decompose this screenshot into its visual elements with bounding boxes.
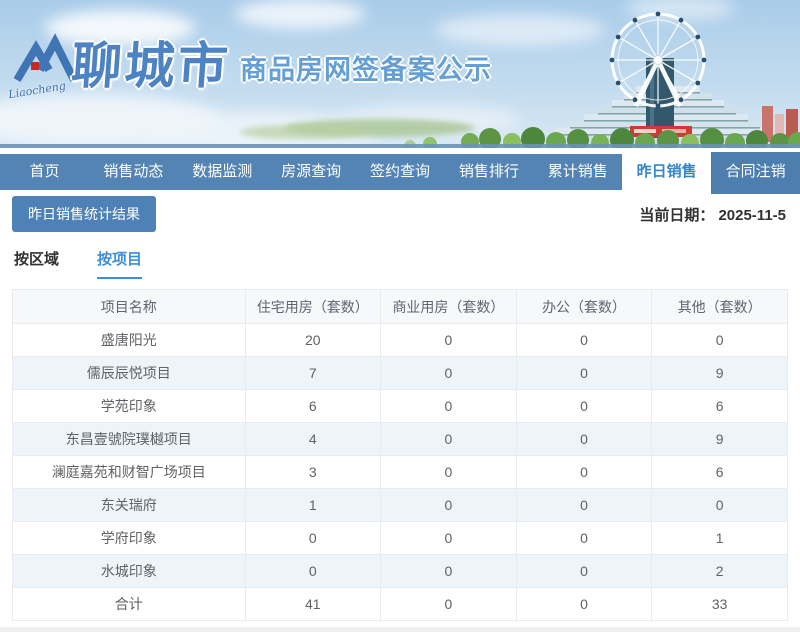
table-cell: 学苑印象 [13, 390, 246, 423]
table-cell: 0 [381, 423, 517, 456]
table-cell: 澜庭嘉苑和财智广场项目 [13, 456, 246, 489]
nav-item-home[interactable]: 首页 [0, 154, 89, 190]
table-header-cell: 商业用房（套数） [381, 290, 517, 324]
table-cell: 1 [652, 522, 788, 555]
table-cell: 水城印象 [13, 555, 246, 588]
nav-item-sales-trend[interactable]: 销售动态 [89, 154, 178, 190]
table-cell: 0 [516, 423, 652, 456]
tab-by-region[interactable]: 按区域 [14, 248, 59, 279]
table-cell: 合计 [13, 588, 246, 621]
table-cell: 0 [652, 324, 788, 357]
table-row: 水城印象0002 [13, 555, 788, 588]
table-cell: 0 [381, 555, 517, 588]
table-header-cell: 住宅用房（套数） [245, 290, 381, 324]
table-cell: 盛唐阳光 [13, 324, 246, 357]
table-cell: 0 [516, 324, 652, 357]
table-cell: 学府印象 [13, 522, 246, 555]
table-cell: 0 [516, 588, 652, 621]
table-cell: 6 [652, 456, 788, 489]
table-cell: 0 [245, 555, 381, 588]
table-cell: 0 [381, 390, 517, 423]
table-cell: 33 [652, 588, 788, 621]
nav-item-data-monitor[interactable]: 数据监测 [178, 154, 267, 190]
table-row: 学府印象0001 [13, 522, 788, 555]
table-header: 项目名称 住宅用房（套数） 商业用房（套数） 办公（套数） 其他（套数） [13, 290, 788, 324]
table-cell: 3 [245, 456, 381, 489]
table-row: 儒辰辰悦项目7009 [13, 357, 788, 390]
table-cell: 6 [245, 390, 381, 423]
banner: Liaocheng 聊城市 商品房网签备案公示 [0, 0, 800, 148]
main-navbar: 首页销售动态数据监测房源查询签约查询销售排行累计销售昨日销售合同注销 [0, 154, 800, 190]
table-cell: 0 [652, 489, 788, 522]
current-date-label: 当前日期： [639, 207, 714, 224]
table-header-cell: 办公（套数） [516, 290, 652, 324]
table-cell: 0 [381, 489, 517, 522]
table-cell: 东关瑞府 [13, 489, 246, 522]
table-cell: 0 [516, 390, 652, 423]
table-cell: 7 [245, 357, 381, 390]
nav-item-listing-query[interactable]: 房源查询 [267, 154, 356, 190]
nav-item-cumulative-sales[interactable]: 累计销售 [533, 154, 622, 190]
table-header-cell: 项目名称 [13, 290, 246, 324]
table-cell: 9 [652, 357, 788, 390]
table-row: 盛唐阳光20000 [13, 324, 788, 357]
table-cell: 0 [516, 555, 652, 588]
nav-item-signing-query[interactable]: 签约查询 [356, 154, 445, 190]
bottom-strip [0, 627, 800, 632]
nav-item-yesterday-sales[interactable]: 昨日销售 [622, 152, 711, 200]
nav-item-contract-cancel[interactable]: 合同注销 [711, 152, 800, 194]
site-title: 商品房网签备案公示 [240, 48, 492, 87]
table-cell: 9 [652, 423, 788, 456]
table-cell: 0 [381, 588, 517, 621]
table-row: 东昌壹號院璞樾项目4009 [13, 423, 788, 456]
table-cell: 0 [245, 522, 381, 555]
tab-by-project[interactable]: 按项目 [97, 248, 142, 279]
page: Liaocheng 聊城市 商品房网签备案公示 首页销售动态数据监测房源查询签约… [0, 0, 800, 632]
table-row: 东关瑞府1000 [13, 489, 788, 522]
table-header-cell: 其他（套数） [652, 290, 788, 324]
table-total-row: 合计410033 [13, 588, 788, 621]
table-cell: 20 [245, 324, 381, 357]
table-row: 学苑印象6006 [13, 390, 788, 423]
yesterday-stats-button[interactable]: 昨日销售统计结果 [12, 196, 156, 232]
table-cell: 0 [516, 357, 652, 390]
table-cell: 0 [516, 456, 652, 489]
table-cell: 41 [245, 588, 381, 621]
table-cell: 0 [381, 522, 517, 555]
table-row: 澜庭嘉苑和财智广场项目3006 [13, 456, 788, 489]
table-cell: 东昌壹號院璞樾项目 [13, 423, 246, 456]
view-tabs: 按区域 按项目 [14, 248, 800, 279]
table-cell: 6 [652, 390, 788, 423]
project-sales-table: 项目名称 住宅用房（套数） 商业用房（套数） 办公（套数） 其他（套数） 盛唐阳… [12, 289, 788, 621]
nav-item-sales-ranking[interactable]: 销售排行 [444, 154, 533, 190]
table-cell: 0 [516, 522, 652, 555]
table-cell: 2 [652, 555, 788, 588]
table-cell: 儒辰辰悦项目 [13, 357, 246, 390]
table-cell: 0 [381, 456, 517, 489]
city-name: 聊城市 [69, 26, 233, 98]
current-date-value: 2025-11-5 [718, 207, 786, 224]
table-body: 盛唐阳光20000儒辰辰悦项目7009学苑印象6006东昌壹號院璞樾项目4009… [13, 324, 788, 621]
table-cell: 1 [245, 489, 381, 522]
table-cell: 0 [381, 324, 517, 357]
table-cell: 4 [245, 423, 381, 456]
table-cell: 0 [516, 489, 652, 522]
current-date: 当前日期：2025-11-5 [639, 204, 786, 225]
table-cell: 0 [381, 357, 517, 390]
